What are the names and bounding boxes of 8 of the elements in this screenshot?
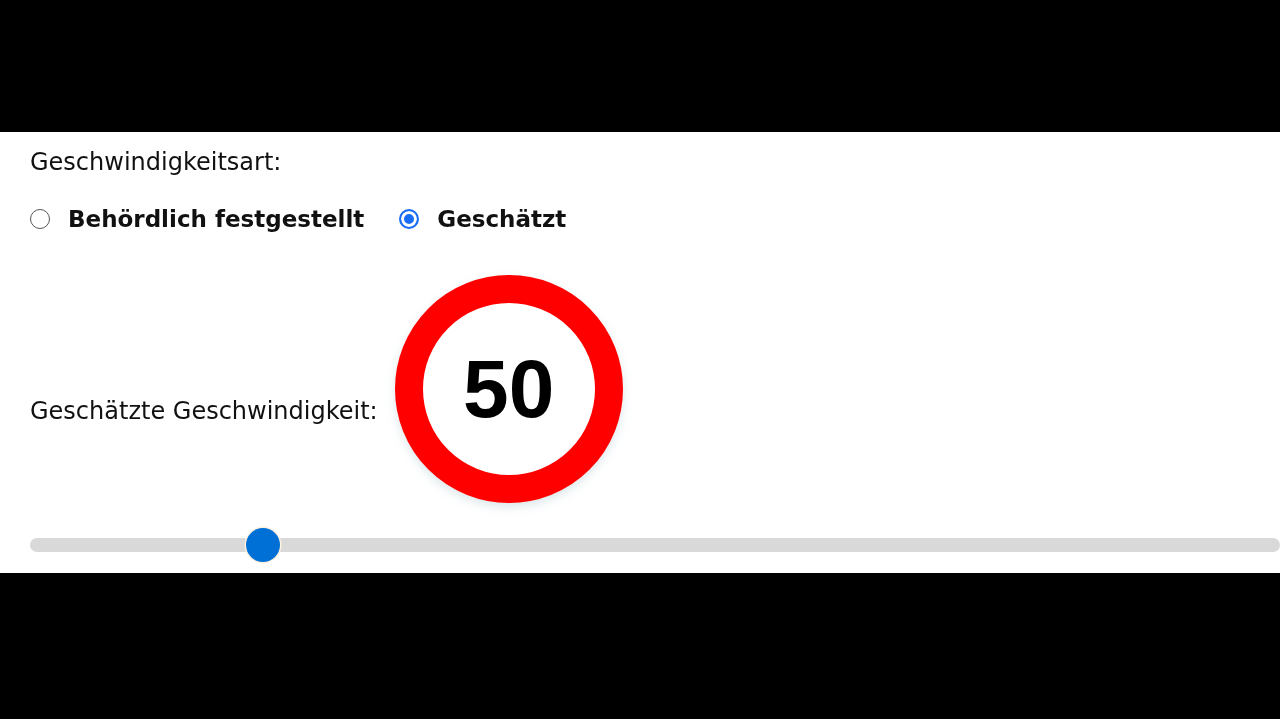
field-label: Geschwindigkeitsart: (30, 148, 282, 176)
radio-button[interactable] (399, 209, 420, 229)
radio-label[interactable]: Behördlich festgestellt (68, 205, 365, 233)
speed-value: 50 (463, 348, 555, 430)
radio-label[interactable]: Geschätzt (437, 205, 567, 233)
radio-button[interactable] (30, 209, 50, 229)
slider-thumb[interactable] (245, 528, 280, 562)
field-label: Geschätzte Geschwindigkeit: (30, 397, 378, 425)
